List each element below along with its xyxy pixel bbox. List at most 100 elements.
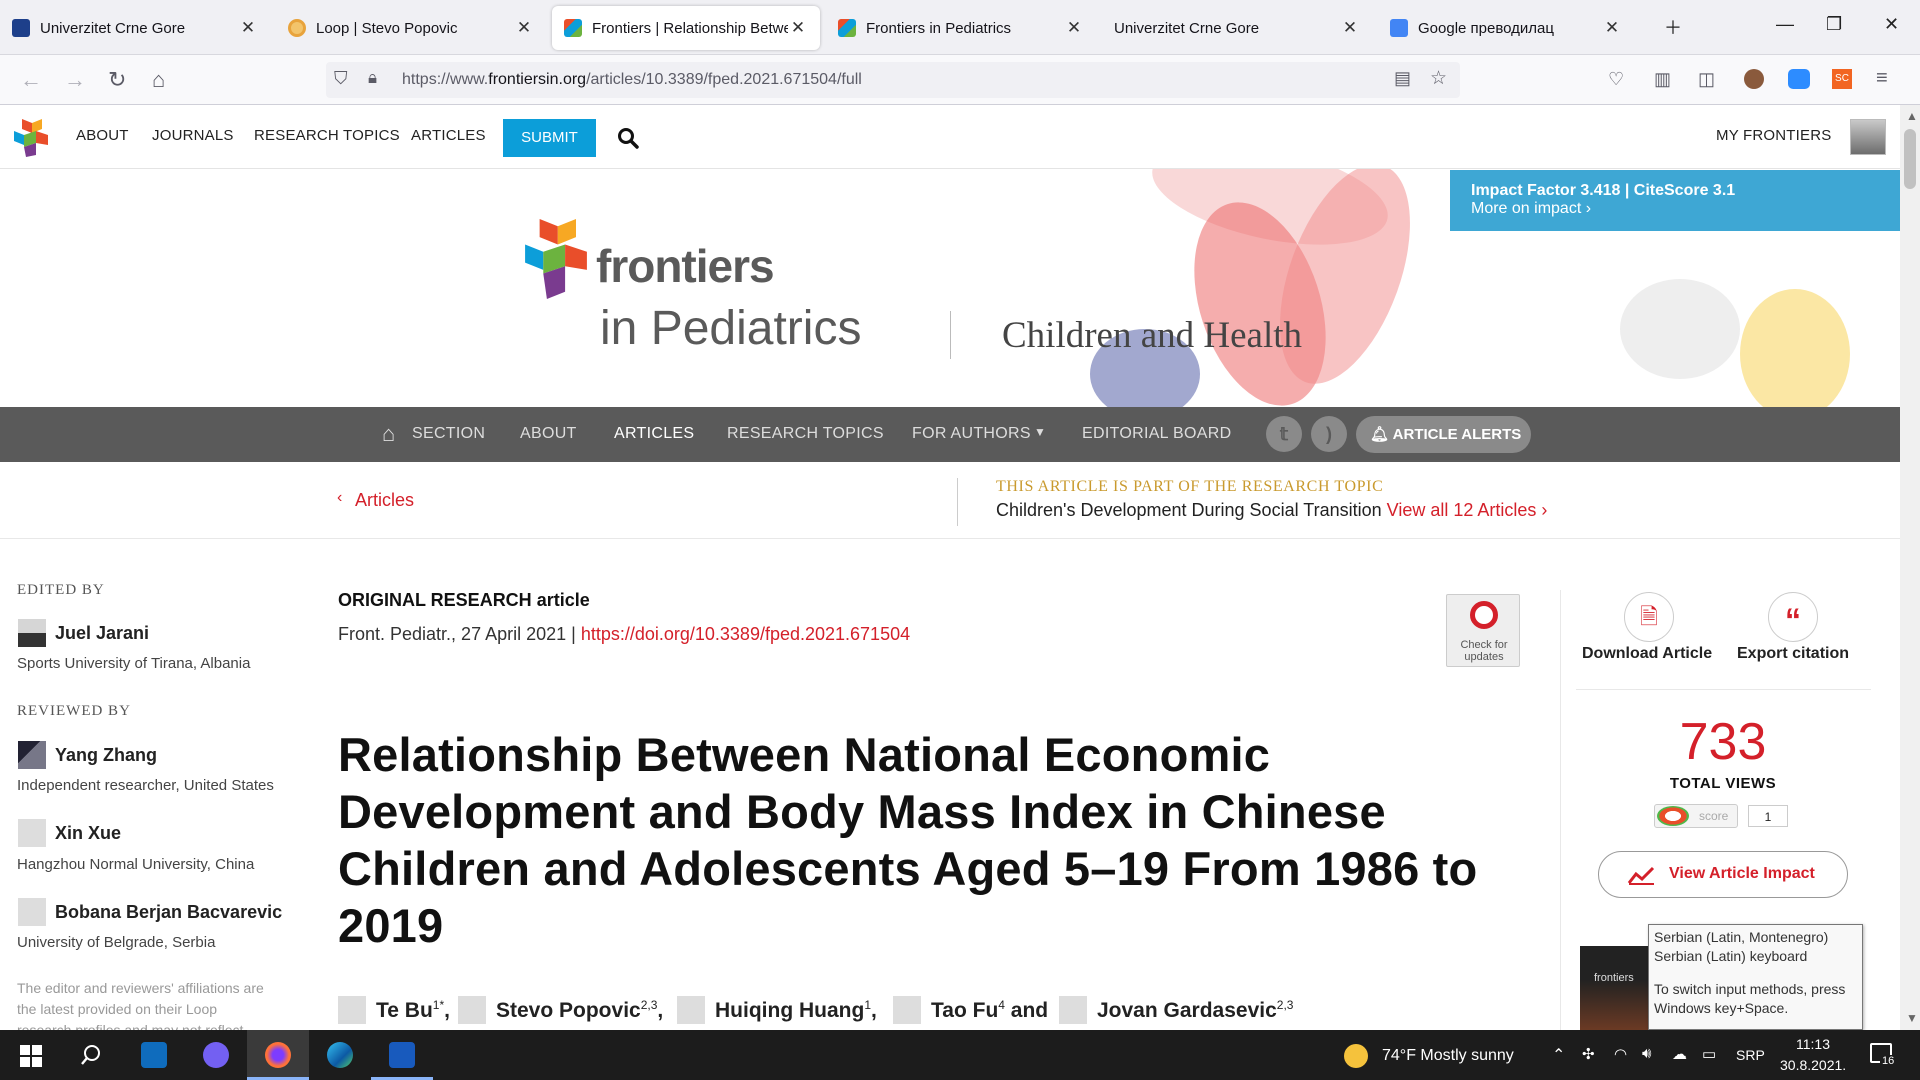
author-avatar[interactable]	[338, 996, 366, 1024]
volume-icon[interactable]: 🔊︎	[1642, 1045, 1651, 1062]
page-scrollbar[interactable]: ▲ ▼	[1900, 105, 1920, 1030]
menu-hamburger-icon[interactable]: ≡	[1876, 67, 1888, 90]
rss-icon[interactable]: )	[1311, 416, 1347, 452]
author-avatar[interactable]	[893, 996, 921, 1024]
lock-icon[interactable]: 🔒︎	[368, 68, 377, 88]
quote-icon[interactable]: “	[1768, 592, 1818, 642]
tab-frontiers-pediatrics[interactable]: Frontiers in Pediatrics ✕	[826, 6, 1096, 50]
author-avatar[interactable]	[458, 996, 486, 1024]
weather-text[interactable]: 74°F Mostly sunny	[1382, 1047, 1514, 1065]
article-alerts-button[interactable]: 🔔︎ ARTICLE ALERTS	[1356, 416, 1531, 453]
back-icon[interactable]: ←	[20, 67, 42, 93]
tracking-shield-icon[interactable]: ⛉	[334, 68, 348, 89]
twitter-icon[interactable]: 𝕥	[1266, 416, 1302, 452]
close-tab-icon[interactable]: ✕	[1602, 18, 1622, 38]
bookmark-star-icon[interactable]: ☆	[1430, 67, 1447, 90]
tab-frontiers-article[interactable]: Frontiers | Relationship Betwee ✕	[552, 6, 820, 50]
reviewer-avatar[interactable]	[18, 741, 46, 769]
nav-about[interactable]: ABOUT	[76, 127, 129, 144]
my-frontiers-link[interactable]: MY FRONTIERS	[1716, 127, 1831, 144]
section-nav-section[interactable]: SECTION	[412, 425, 485, 443]
clock-time[interactable]: 11:13	[1796, 1036, 1830, 1052]
viber-taskbar-button[interactable]	[185, 1030, 247, 1080]
reload-icon[interactable]: ↻	[108, 67, 126, 93]
battery-icon[interactable]: ▭	[1702, 1045, 1716, 1063]
dropbox-icon[interactable]: ✣	[1582, 1045, 1595, 1063]
minimize-icon[interactable]: —	[1776, 14, 1794, 35]
url-text[interactable]: https://www.frontiersin.org/articles/10.…	[402, 71, 862, 89]
journal-thumbnail[interactable]: frontiers	[1580, 946, 1650, 1030]
scroll-up-icon[interactable]: ▲	[1906, 109, 1918, 123]
reviewer-avatar[interactable]	[18, 819, 46, 847]
close-tab-icon[interactable]: ✕	[788, 18, 808, 38]
zoom-extension-icon[interactable]	[1788, 69, 1810, 89]
profile-avatar[interactable]	[1744, 69, 1764, 89]
tab-univerzitet-1[interactable]: Univerzitet Crne Gore ✕	[0, 6, 270, 50]
user-avatar[interactable]	[1850, 119, 1886, 155]
more-on-impact-link[interactable]: More on impact ›	[1471, 200, 1591, 217]
weather-icon[interactable]	[1344, 1044, 1368, 1068]
tab-univerzitet-2[interactable]: Univerzitet Crne Gore ✕	[1102, 6, 1372, 50]
author-avatar[interactable]	[677, 996, 705, 1024]
reader-view-icon[interactable]: ▤	[1394, 68, 1411, 89]
close-tab-icon[interactable]: ✕	[238, 18, 258, 38]
scrollbar-thumb[interactable]	[1904, 129, 1916, 189]
pocket-icon[interactable]: ♡	[1608, 69, 1624, 90]
research-topic-title[interactable]: Children's Development During Social Tra…	[996, 500, 1382, 520]
wifi-icon[interactable]: ◠	[1614, 1045, 1627, 1063]
editor-name[interactable]: Juel Jarani	[55, 623, 149, 644]
view-all-articles-link[interactable]: View all 12 Articles ›	[1387, 500, 1548, 520]
frontiers-logo-icon[interactable]	[14, 119, 48, 157]
input-language-indicator[interactable]: SRP	[1736, 1047, 1765, 1063]
sidebar-icon[interactable]: ◫	[1698, 69, 1715, 90]
close-tab-icon[interactable]: ✕	[1064, 18, 1084, 38]
back-to-articles-link[interactable]: Articles	[355, 490, 414, 511]
windows-start-icon[interactable]	[20, 1045, 42, 1067]
new-tab-icon[interactable]: ＋	[1664, 14, 1682, 40]
scroll-down-icon[interactable]: ▼	[1906, 1011, 1918, 1025]
author-avatar[interactable]	[1059, 996, 1087, 1024]
onedrive-icon[interactable]: ☁	[1672, 1045, 1687, 1063]
reviewer-name[interactable]: Xin Xue	[55, 823, 121, 844]
library-icon[interactable]: ▥	[1654, 69, 1671, 90]
home-icon[interactable]: ⌂	[152, 67, 165, 93]
chevron-left-icon[interactable]: ‹	[337, 489, 342, 507]
altmetric-badge[interactable]: score	[1654, 804, 1738, 828]
reviewer-name[interactable]: Yang Zhang	[55, 745, 157, 766]
section-nav-about[interactable]: ABOUT	[520, 425, 577, 443]
home-icon[interactable]: ⌂	[382, 421, 395, 447]
export-citation-button[interactable]: Export citation	[1737, 645, 1849, 663]
word-taskbar-button[interactable]	[371, 1030, 433, 1080]
search-icon[interactable]	[617, 127, 639, 149]
close-tab-icon[interactable]: ✕	[1340, 18, 1360, 38]
clock-date[interactable]: 30.8.2021.	[1780, 1057, 1846, 1073]
download-article-button[interactable]: Download Article	[1582, 645, 1712, 663]
author-name[interactable]: Jovan Gardasevic2,3	[1097, 998, 1293, 1023]
tab-loop[interactable]: Loop | Stevo Popovic ✕	[276, 6, 546, 50]
search-icon[interactable]	[80, 1044, 102, 1066]
restore-icon[interactable]: ❐	[1826, 14, 1842, 35]
close-tab-icon[interactable]: ✕	[514, 18, 534, 38]
nav-journals[interactable]: JOURNALS	[152, 127, 234, 144]
reviewer-avatar[interactable]	[18, 898, 46, 926]
edge-taskbar-button[interactable]	[309, 1030, 371, 1080]
section-nav-articles[interactable]: ARTICLES	[614, 425, 694, 443]
nav-research-topics[interactable]: RESEARCH TOPICS	[254, 127, 400, 144]
tab-google-translate[interactable]: Google преводилац ✕	[1378, 6, 1634, 50]
author-name[interactable]: Te Bu1*,	[376, 998, 450, 1023]
impact-box[interactable]: Impact Factor 3.418 | CiteScore 3.1 More…	[1450, 170, 1900, 231]
check-for-updates-badge[interactable]: Check for updates	[1446, 594, 1520, 667]
author-name[interactable]: Tao Fu4 and	[931, 998, 1048, 1023]
sc-extension-icon[interactable]: SC	[1832, 69, 1852, 89]
nav-articles[interactable]: ARTICLES	[411, 127, 486, 144]
section-nav-editorial-board[interactable]: EDITORIAL BOARD	[1082, 425, 1231, 443]
close-window-icon[interactable]: ✕	[1884, 14, 1899, 35]
view-article-impact-button[interactable]: View Article Impact	[1598, 851, 1848, 898]
chevron-up-icon[interactable]: ⌃	[1552, 1045, 1565, 1065]
url-bar[interactable]: ⛉ 🔒︎ https://www.frontiersin.org/article…	[326, 62, 1460, 98]
reviewer-name[interactable]: Bobana Berjan Bacvarevic	[55, 902, 282, 923]
submit-button[interactable]: SUBMIT	[503, 119, 596, 157]
section-nav-for-authors[interactable]: FOR AUTHORS	[912, 425, 1031, 443]
firefox-taskbar-button[interactable]	[247, 1030, 309, 1080]
doi-link[interactable]: https://doi.org/10.3389/fped.2021.671504	[581, 624, 910, 644]
